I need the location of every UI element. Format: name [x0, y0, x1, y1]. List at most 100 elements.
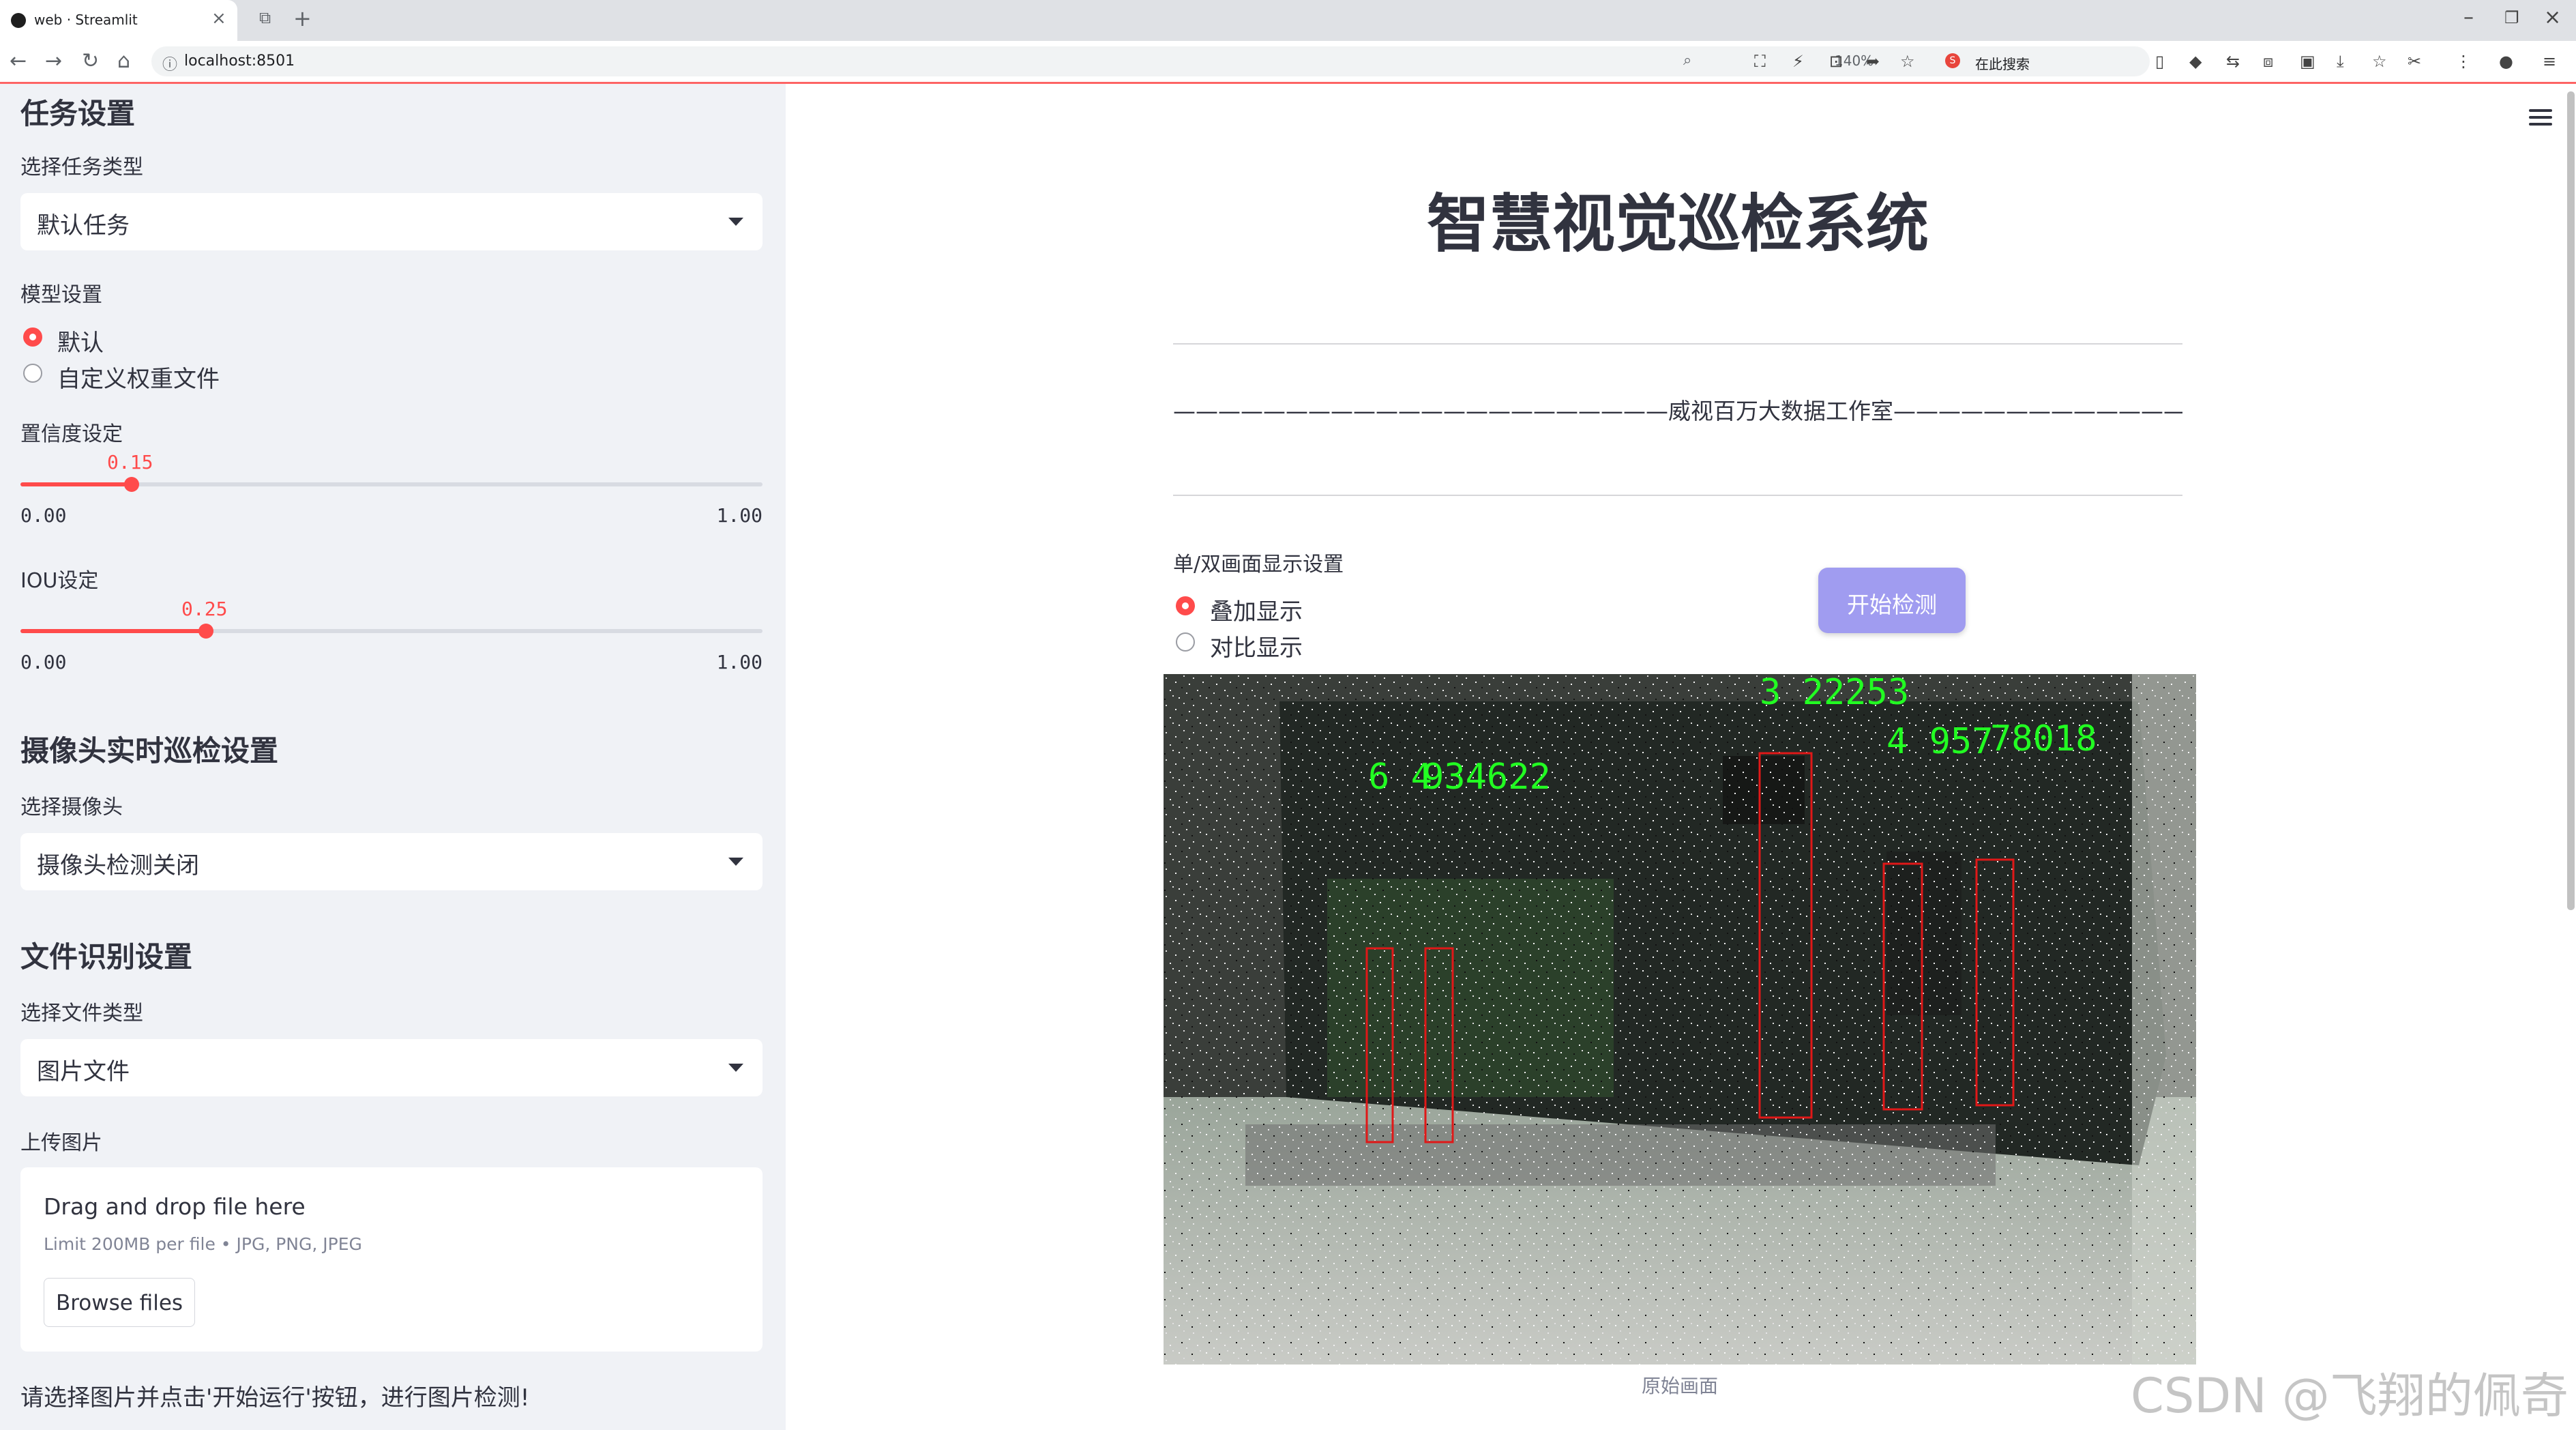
slider-max: 1.00 — [716, 651, 763, 673]
url-field[interactable]: ⓘ localhost:8501 ⌕ 140% — [151, 46, 2150, 76]
iou-label: IOU设定 — [20, 569, 99, 593]
search-engine-icon: S — [1945, 53, 1960, 68]
translate-icon[interactable]: ⛶ — [1754, 52, 1766, 71]
radio-unselected-icon[interactable] — [1176, 632, 1195, 652]
scrollbar[interactable] — [2567, 91, 2575, 910]
detection-label: 78018 — [1990, 718, 2097, 759]
slider-max: 1.00 — [716, 504, 763, 527]
new-tab-icon[interactable]: + — [293, 5, 312, 31]
streamlit-favicon-icon — [11, 13, 26, 28]
close-tab-icon[interactable]: × — [211, 8, 226, 29]
browser-menu-icon[interactable]: ≡ — [2543, 52, 2556, 71]
extension-share-icon[interactable]: ⇆ — [2226, 52, 2240, 71]
screenshot-icon[interactable]: ⊡ — [1829, 52, 1843, 71]
watermark: CSDN @飞翔的佩奇 — [2131, 1368, 2568, 1424]
lightning-icon[interactable]: ⚡ — [1792, 52, 1804, 71]
radio-selected-icon[interactable] — [1176, 596, 1195, 615]
browse-files-button[interactable]: Browse files — [44, 1278, 195, 1327]
url-text: localhost:8501 — [184, 53, 295, 70]
file-type-label: 选择文件类型 — [20, 1002, 143, 1025]
iou-slider[interactable]: 0.25 0.00 1.00 — [20, 598, 763, 673]
display-option-label: 叠加显示 — [1210, 598, 1303, 626]
browser-tab-bar: web · Streamlit × ⧉ + – ❐ × — [0, 0, 2576, 41]
favorites-icon[interactable]: ☆ — [2372, 52, 2387, 71]
slider-handle[interactable] — [198, 624, 213, 639]
model-option-label: 默认 — [57, 330, 104, 357]
chevron-down-icon — [728, 218, 743, 226]
share-icon[interactable]: ➦ — [1866, 52, 1880, 71]
display-mode-label: 单/双画面显示设置 — [1173, 553, 1344, 577]
search-box[interactable]: S 在此搜索 — [1934, 46, 2139, 76]
confidence-label: 置信度设定 — [20, 422, 123, 446]
back-icon[interactable]: ← — [10, 49, 27, 73]
sidebar-hint: 请选择图片并点击'开始运行'按钮，进行图片检测! — [20, 1384, 530, 1412]
task-settings-heading: 任务设置 — [20, 97, 136, 130]
radio-selected-icon[interactable] — [23, 327, 42, 347]
studio-banner: ——————————————————————威视百万大数据工作室————————… — [1173, 398, 2182, 424]
zoom-icon[interactable]: ⌕ — [1683, 52, 1691, 69]
radio-unselected-icon[interactable] — [23, 364, 42, 383]
model-settings-label: 模型设置 — [20, 283, 102, 307]
image-caption: 原始画面 — [1641, 1375, 1718, 1397]
site-info-icon[interactable]: ⓘ — [162, 53, 177, 74]
confidence-slider[interactable]: 0.15 0.00 1.00 — [20, 451, 763, 527]
slider-value: 0.15 — [107, 451, 153, 473]
download-icon[interactable]: ⤓ — [2337, 52, 2344, 71]
tab-title: web · Streamlit — [34, 12, 138, 28]
slider-handle[interactable] — [124, 477, 139, 492]
page-title: 智慧视觉巡检系统 — [1426, 188, 1929, 261]
forward-icon[interactable]: → — [45, 49, 62, 73]
tab-pages-icon[interactable]: ⧉ — [259, 8, 271, 27]
slider-fill — [20, 482, 132, 486]
task-type-select[interactable]: 默认任务 — [20, 193, 763, 250]
upload-label: 上传图片 — [20, 1131, 102, 1155]
browser-tab[interactable]: web · Streamlit × — [0, 0, 237, 41]
dropzone-limit: Limit 200MB per file • JPG, PNG, JPEG — [44, 1234, 362, 1254]
model-option-label: 自定义权重文件 — [57, 366, 220, 393]
detection-label: 3 22253 — [1760, 674, 1909, 713]
start-detection-label: 开始检测 — [1847, 592, 1937, 618]
file-settings-heading: 文件识别设置 — [20, 940, 193, 974]
browse-files-label: Browse files — [55, 1291, 183, 1315]
slider-min: 0.00 — [20, 504, 67, 527]
scissors-icon[interactable]: ✂ — [2408, 52, 2421, 71]
camera-settings-heading: 摄像头实时巡检设置 — [20, 734, 279, 768]
home-icon[interactable]: ⌂ — [117, 49, 130, 73]
task-type-label: 选择任务类型 — [20, 156, 143, 179]
camera-select[interactable]: 摄像头检测关闭 — [20, 833, 763, 890]
camera-select-label: 选择摄像头 — [20, 796, 123, 819]
more-menu-icon[interactable]: ⋮ — [2455, 52, 2472, 71]
extension-puzzle-icon[interactable]: ⧈ — [2263, 52, 2273, 71]
sidebar: 任务设置 选择任务类型 默认任务 模型设置 默认 自定义权重文件 置信度设定 0… — [0, 84, 786, 1430]
divider — [1173, 495, 2182, 496]
detection-image-canvas: 3 222534 957780186 4934622 — [1164, 674, 2196, 1365]
file-type-value: 图片文件 — [37, 1058, 130, 1085]
detection-image: 3 22253 4 957 78018 6 4 934622 — [1164, 674, 2196, 1365]
file-dropzone[interactable]: Drag and drop file here Limit 200MB per … — [20, 1167, 763, 1352]
slider-fill — [20, 629, 206, 633]
detection-label: 934622 — [1423, 757, 1551, 798]
detection-label: 4 957 — [1886, 721, 1994, 762]
dropzone-title: Drag and drop file here — [44, 1193, 306, 1220]
reload-icon[interactable]: ↻ — [82, 49, 99, 73]
camera-select-value: 摄像头检测关闭 — [37, 852, 199, 879]
window-close-icon[interactable]: × — [2544, 5, 2561, 29]
display-option-label: 对比显示 — [1210, 634, 1303, 662]
chevron-down-icon — [728, 1064, 743, 1072]
minimize-icon[interactable]: – — [2463, 5, 2474, 29]
slider-min: 0.00 — [20, 651, 67, 673]
restore-icon[interactable]: ❐ — [2504, 8, 2519, 27]
task-type-value: 默认任务 — [37, 212, 130, 239]
bookmark-star-icon[interactable]: ☆ — [1900, 52, 1915, 71]
slider-value: 0.25 — [181, 598, 228, 620]
start-detection-button[interactable]: 开始检测 — [1818, 568, 1966, 633]
address-bar: ← → ↻ ⌂ ⓘ localhost:8501 ⌕ 140% ⛶ ⚡ ⊡ ➦ … — [0, 41, 2576, 83]
extension-color-icon[interactable]: ◆ — [2189, 52, 2202, 71]
avatar[interactable]: ● — [2499, 52, 2513, 71]
file-type-select[interactable]: 图片文件 — [20, 1039, 763, 1096]
app-menu-icon[interactable] — [2529, 109, 2552, 127]
extension-app-icon[interactable]: ▣ — [2300, 52, 2315, 71]
search-placeholder: 在此搜索 — [1975, 56, 2030, 72]
divider — [1173, 343, 2182, 345]
phone-icon[interactable]: ▯ — [2155, 52, 2164, 71]
